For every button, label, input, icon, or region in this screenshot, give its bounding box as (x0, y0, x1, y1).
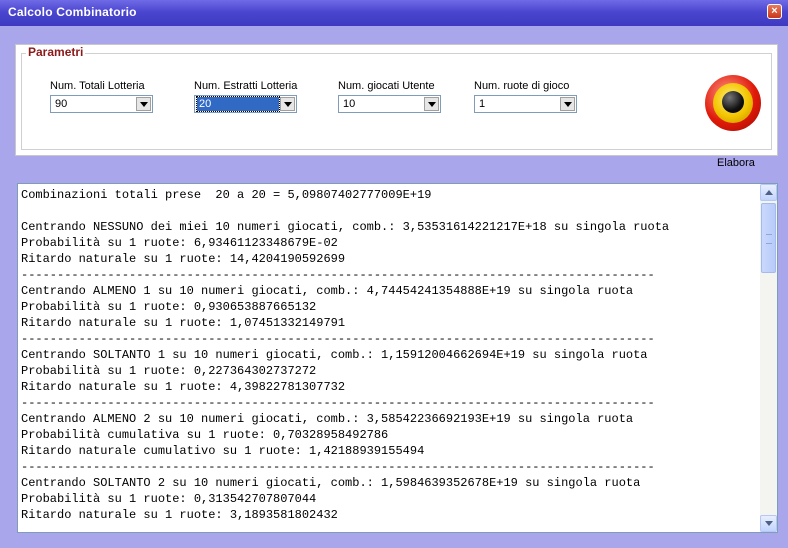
label-ruote: Num. ruote di gioco (474, 80, 570, 92)
combo-totali-value: 90 (55, 98, 68, 110)
output-line: Centrando NESSUNO dei miei 10 numeri gio… (21, 220, 670, 234)
vertical-scrollbar[interactable] (760, 184, 777, 532)
chevron-down-icon[interactable] (136, 97, 151, 111)
field-ruote: Num. ruote di gioco 1 (474, 80, 577, 113)
output-line: Probabilità su 1 ruote: 6,93461123348679… (21, 236, 338, 250)
output-line: Probabilità cumulativa su 1 ruote: 0,703… (21, 428, 389, 442)
elabora-label: Elabora (717, 157, 755, 169)
results-textbox[interactable]: Combinazioni totali prese 20 a 20 = 5,09… (17, 183, 778, 533)
output-line: Probabilità su 1 ruote: 0,22736430273727… (21, 364, 317, 378)
scroll-thumb[interactable] (761, 203, 776, 273)
field-totali: Num. Totali Lotteria 90 (50, 80, 153, 113)
output-line: ----------------------------------------… (21, 268, 655, 282)
output-line: Centrando SOLTANTO 2 su 10 numeri giocat… (21, 476, 641, 490)
combo-giocati[interactable]: 10 (338, 95, 441, 113)
output-line: Probabilità su 1 ruote: 0,31354270780704… (21, 492, 317, 506)
output-line: Centrando SOLTANTO 1 su 10 numeri giocat… (21, 348, 648, 362)
combo-totali[interactable]: 90 (50, 95, 153, 113)
close-icon[interactable]: × (767, 4, 782, 19)
combo-estratti-value: 20 (196, 96, 280, 112)
field-estratti: Num. Estratti Lotteria 20 (194, 80, 297, 113)
params-panel: Parametri Num. Totali Lotteria 90 Num. E… (15, 44, 778, 169)
params-legend: Parametri (26, 45, 86, 59)
chevron-down-icon[interactable] (560, 97, 575, 111)
output-line: Ritardo naturale su 1 ruote: 14,42041905… (21, 252, 346, 266)
combo-ruote-value: 1 (479, 98, 486, 110)
elabora-ring (713, 83, 753, 123)
label-totali: Num. Totali Lotteria (50, 80, 145, 92)
window-title: Calcolo Combinatorio (8, 5, 137, 19)
elabora-core (722, 91, 744, 113)
results-text[interactable]: Combinazioni totali prese 20 a 20 = 5,09… (21, 187, 759, 527)
output-line: ----------------------------------------… (21, 460, 655, 474)
window-client-area: Parametri Num. Totali Lotteria 90 Num. E… (0, 26, 788, 548)
label-giocati: Num. giocati Utente (338, 80, 435, 92)
output-line: Combinazioni totali prese 20 a 20 = 5,09… (21, 188, 432, 202)
params-groupbox: Parametri Num. Totali Lotteria 90 Num. E… (21, 45, 772, 169)
output-line: Ritardo naturale su 1 ruote: 3,189358180… (21, 508, 338, 522)
field-giocati: Num. giocati Utente 10 (338, 80, 441, 113)
chevron-down-icon[interactable] (424, 97, 439, 111)
output-line: ----------------------------------------… (21, 332, 655, 346)
output-line: Ritardo naturale su 1 ruote: 4,398227813… (21, 380, 346, 394)
chevron-down-icon[interactable] (280, 97, 295, 111)
output-line: Ritardo naturale cumulativo su 1 ruote: … (21, 444, 425, 458)
output-line: Ritardo naturale su 1 ruote: 1,074513321… (21, 316, 346, 330)
grip-icon (766, 234, 772, 244)
output-line: Centrando ALMENO 2 su 10 numeri giocati,… (21, 412, 634, 426)
output-line: ----------------------------------------… (21, 396, 655, 410)
combo-giocati-value: 10 (343, 98, 356, 110)
combo-estratti[interactable]: 20 (194, 95, 297, 113)
title-bar: Calcolo Combinatorio × (0, 0, 788, 26)
output-line: Centrando ALMENO 1 su 10 numeri giocati,… (21, 284, 634, 298)
output-line: Probabilità su 1 ruote: 0,93065388766513… (21, 300, 317, 314)
scroll-up-icon[interactable] (760, 184, 777, 201)
label-estratti: Num. Estratti Lotteria (194, 80, 298, 92)
scroll-down-icon[interactable] (760, 515, 777, 532)
combo-ruote[interactable]: 1 (474, 95, 577, 113)
record-button-icon[interactable] (705, 75, 761, 131)
